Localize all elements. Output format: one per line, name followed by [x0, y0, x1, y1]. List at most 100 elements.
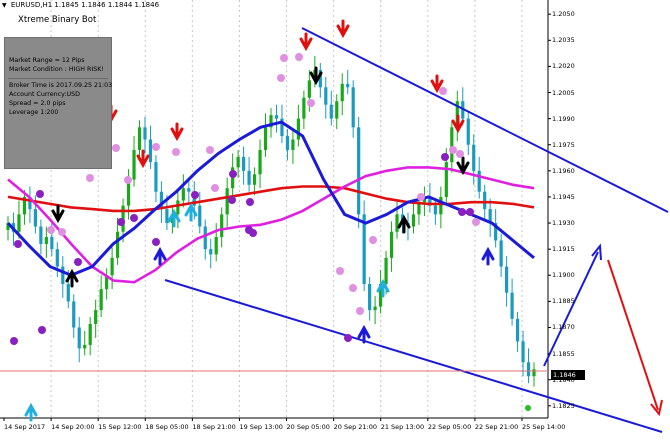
- candle-body: [61, 266, 65, 284]
- signal-dot-pink: [280, 54, 288, 62]
- signal-dot-purple: [228, 196, 236, 204]
- candle-body: [477, 170, 481, 192]
- candle-body: [499, 240, 503, 267]
- y-tick-label: 1.1915: [552, 245, 575, 254]
- candle-body: [389, 231, 394, 258]
- signal-dot-pink: [112, 144, 120, 152]
- candle-body: [55, 249, 59, 267]
- info-panel: Market Range = 12 Pips Market Condition …: [4, 37, 112, 169]
- y-tick-label: 1.1990: [552, 114, 575, 123]
- candle-body: [368, 283, 372, 311]
- spread-text: Spread = 2.0 pips: [9, 100, 66, 107]
- y-tick-label: 1.2035: [552, 36, 575, 45]
- candle-body: [302, 97, 306, 119]
- y-tick-label: 1.1930: [552, 219, 575, 228]
- y-tick-label: 1.1900: [552, 271, 575, 280]
- signal-dot-purple: [152, 238, 160, 246]
- y-tick-label: 1.2005: [552, 88, 575, 97]
- candle-body: [444, 162, 448, 197]
- signal-dot-pink: [356, 307, 364, 315]
- y-tick-label: 1.1975: [552, 140, 575, 149]
- candle-body: [450, 127, 454, 163]
- signal-dot-purple: [246, 198, 254, 206]
- y-tick-label: 1.1855: [552, 349, 575, 358]
- candle-body: [439, 196, 443, 215]
- candle-body: [351, 87, 355, 128]
- candle-body: [515, 318, 520, 342]
- signal-dot-purple: [130, 214, 138, 222]
- x-tick-label: 18 Sep 21:00: [192, 423, 236, 431]
- candle-body: [373, 306, 377, 311]
- candle-body: [110, 257, 114, 276]
- symbol-line: EURUSD,H1 1.1845 1.1846 1.1844 1.1846: [10, 1, 160, 9]
- x-tick-label: 21 Sep 13:00: [380, 423, 425, 431]
- signal-dot-purple: [117, 218, 125, 226]
- account-currency-text: Account Currency:USD: [9, 91, 80, 98]
- candle-body: [17, 214, 21, 232]
- candle-body: [236, 156, 240, 168]
- signal-dot-purple: [191, 191, 199, 199]
- candle-body: [357, 127, 361, 215]
- signal-dot-pink: [472, 218, 480, 226]
- candle-body: [395, 214, 399, 232]
- candle-body: [483, 191, 487, 210]
- y-tick-label: 1.2020: [552, 62, 575, 71]
- signal-dot-purple: [38, 326, 46, 334]
- market-range-text: Market Range = 12 Pips: [9, 57, 85, 64]
- signal-dot-green: [525, 405, 531, 411]
- candle-body: [247, 170, 251, 185]
- signal-dot-purple: [249, 229, 257, 237]
- candle-body: [335, 101, 339, 119]
- candle-body: [83, 344, 87, 349]
- candle-body: [252, 174, 257, 185]
- signal-dot-pink: [456, 150, 464, 158]
- x-tick-label: 20 Sep 21:00: [333, 423, 378, 431]
- candle-body: [263, 127, 268, 150]
- candle-body: [77, 327, 81, 349]
- candle-body: [115, 231, 120, 258]
- mt4-chart-window[interactable]: ▼ EURUSD,H1 1.1845 1.1846 1.1844 1.1846 …: [0, 0, 670, 436]
- dropdown-triangle-icon[interactable]: ▼: [2, 2, 7, 9]
- broker-time-text: Broker Time is 2017.09.25 21:03: [9, 82, 113, 89]
- candle-body: [466, 118, 470, 145]
- signal-dot-pink: [349, 284, 357, 292]
- x-tick-label: 25 Sep 14:00: [522, 423, 566, 431]
- candle-body: [203, 226, 207, 250]
- y-tick-label: 1.1945: [552, 192, 575, 201]
- candle-body: [154, 162, 158, 192]
- y-tick-label: 1.1885: [552, 297, 575, 306]
- y-tick-label: 1.1825: [552, 401, 575, 410]
- signal-dot-pink: [152, 143, 160, 151]
- candle-body: [220, 214, 224, 237]
- candle-body: [296, 118, 300, 140]
- signal-dot-purple: [10, 337, 18, 345]
- candle-body: [307, 80, 311, 98]
- candle-body: [433, 205, 437, 215]
- candle-body: [285, 136, 290, 150]
- x-tick-label: 14 Sep 2017: [4, 423, 46, 431]
- candle-body: [532, 369, 536, 377]
- signal-dot-purple: [14, 240, 22, 248]
- signal-dot-purple: [466, 208, 474, 216]
- signal-dot-pink: [439, 87, 447, 95]
- candle-body: [510, 292, 514, 319]
- info-divider: [8, 78, 108, 79]
- candle-body: [384, 257, 388, 284]
- y-tick-label: 1.1870: [552, 323, 575, 332]
- candle-body: [340, 83, 344, 102]
- candle-body: [148, 139, 153, 163]
- candle-body: [44, 236, 48, 244]
- signal-dot-pink: [206, 146, 214, 154]
- signal-dot-pink: [277, 74, 285, 82]
- candle-body: [88, 324, 92, 345]
- candle-body: [176, 200, 180, 215]
- x-tick-label: 20 Sep 05:00: [286, 423, 330, 431]
- signal-dot-pink: [449, 146, 457, 154]
- candle-body: [258, 149, 262, 175]
- candle-body: [66, 283, 70, 302]
- signal-dot-purple: [458, 208, 466, 216]
- signal-dot-pink: [417, 193, 425, 201]
- candle-body: [209, 249, 213, 255]
- candle-body: [181, 188, 185, 201]
- candle-body: [291, 139, 295, 150]
